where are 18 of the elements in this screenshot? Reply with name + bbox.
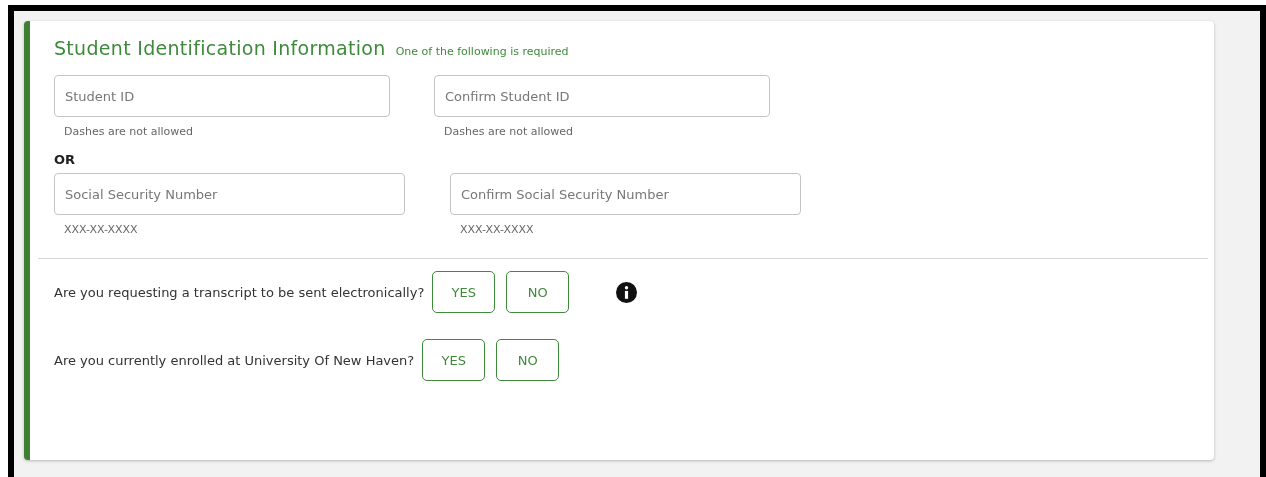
hint-text: XXX-XX-XXXX	[64, 223, 139, 236]
option-button[interactable]: YES	[422, 339, 486, 381]
required-note: One of the following is required	[395, 45, 569, 58]
input-field[interactable]: Confirm Student ID	[434, 75, 770, 117]
option-button[interactable]: YES	[432, 271, 496, 313]
option-button[interactable]: NO	[496, 339, 560, 381]
input-field[interactable]: Social Security Number	[54, 173, 405, 215]
hint-text: XXX-XX-XXXX	[460, 223, 535, 236]
input-field[interactable]: Student ID	[54, 75, 390, 117]
hint-text: Dashes are not allowed	[444, 125, 575, 138]
or-label: OR	[54, 152, 77, 167]
info-icon[interactable]	[616, 281, 638, 303]
hint-text: Dashes are not allowed	[64, 125, 195, 138]
option-button[interactable]: NO	[506, 271, 570, 313]
input-field[interactable]: Confirm Social Security Number	[450, 173, 801, 215]
question-text: Are you currently enrolled at University Of New Haven?	[54, 352, 415, 368]
section-title: Student Identification Information	[54, 37, 386, 59]
question-text: Are you requesting a transcript to be sent electronically?	[54, 284, 425, 300]
